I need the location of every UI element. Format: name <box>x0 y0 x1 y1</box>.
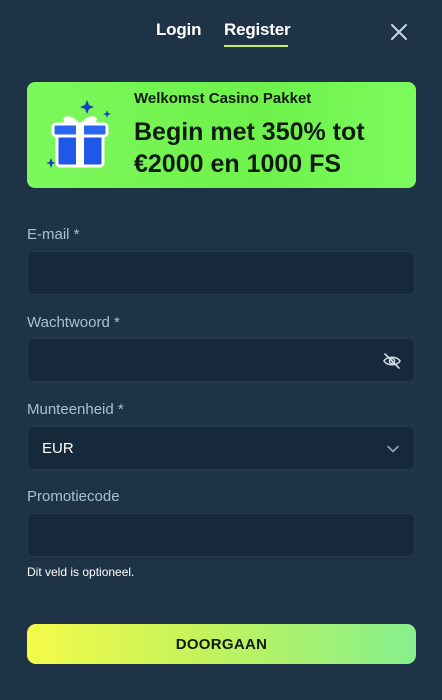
promo-code-hint: Dit veld is optioneel. <box>27 565 135 579</box>
close-button[interactable] <box>389 22 409 42</box>
active-tab-indicator <box>224 45 288 47</box>
password-field-wrapper <box>27 338 415 382</box>
welcome-bonus-banner[interactable]: Welkomst Casino Pakket Begin met 350% to… <box>27 82 416 188</box>
eye-off-icon[interactable] <box>382 351 402 371</box>
email-field-wrapper <box>27 251 415 295</box>
auth-tabs: Login Register <box>0 18 442 48</box>
tab-register[interactable]: Register <box>224 20 291 40</box>
email-field[interactable] <box>28 252 414 294</box>
promo-code-field[interactable] <box>28 514 414 556</box>
close-icon <box>391 24 407 40</box>
promo-code-label: Promotiecode <box>27 488 120 505</box>
currency-select[interactable]: EUR <box>27 426 415 470</box>
email-label: E-mail * <box>27 226 80 243</box>
promo-code-field-wrapper <box>27 513 415 557</box>
continue-button[interactable]: DOORGAAN <box>27 624 416 664</box>
banner-subtitle: Welkomst Casino Pakket <box>134 90 312 107</box>
gift-icon <box>46 100 111 168</box>
currency-label: Munteenheid * <box>27 401 124 418</box>
chevron-down-icon <box>387 445 399 453</box>
tab-login[interactable]: Login <box>156 20 201 40</box>
banner-headline: Begin met 350% tot €2000 en 1000 FS <box>134 118 365 178</box>
currency-select-value: EUR <box>42 440 74 457</box>
password-label: Wachtwoord * <box>27 314 120 331</box>
password-field[interactable] <box>28 339 414 381</box>
register-modal: Login Register Welkomst Casino Pakket Be… <box>0 0 442 700</box>
